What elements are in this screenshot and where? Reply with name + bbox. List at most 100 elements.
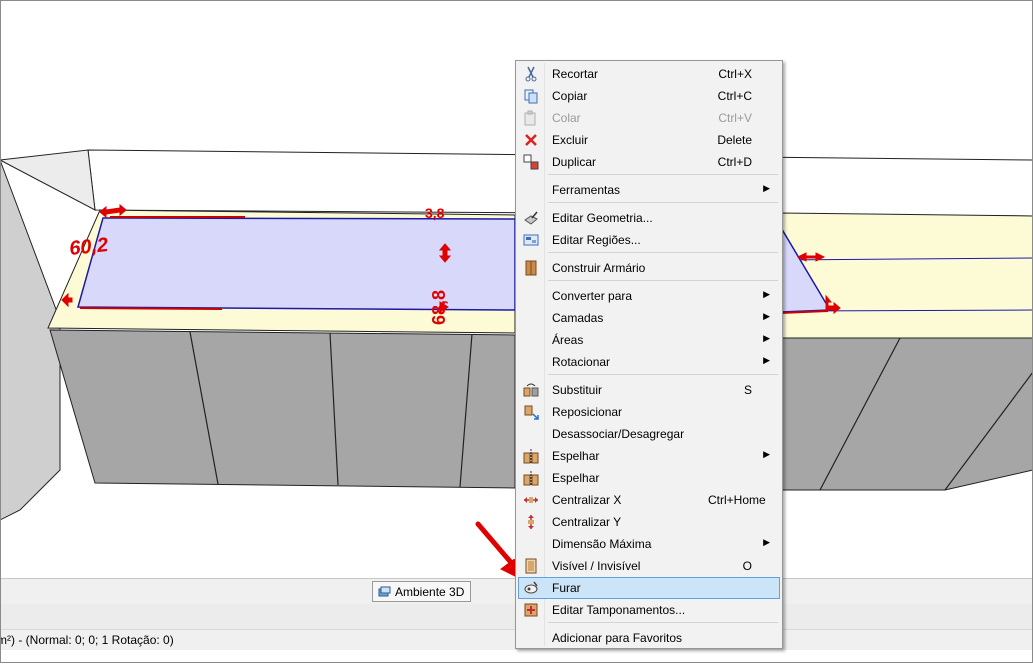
menu-item-label: Camadas xyxy=(552,311,604,325)
menu-item-shortcut: Ctrl+V xyxy=(718,111,752,125)
menu-item-label: Duplicar xyxy=(552,155,597,169)
menu-separator xyxy=(548,174,778,175)
left-wall xyxy=(0,159,61,521)
menu-item-label: Adicionar para Favoritos xyxy=(552,631,683,645)
context-menu: Recortar Ctrl+X Copiar Ctrl+C Colar Ctrl+V Exc… xyxy=(515,60,783,649)
menu-separator xyxy=(548,374,778,375)
menu-item-label: Construir Armário xyxy=(552,261,646,275)
submenu-arrow-icon: ▶ xyxy=(763,537,770,547)
menu-separator xyxy=(548,280,778,281)
menu-separator xyxy=(548,252,778,253)
3d-view-icon xyxy=(378,586,391,596)
menu-item-centralizar-y[interactable]: Centralizar Y xyxy=(518,511,780,533)
paste-icon xyxy=(523,110,539,126)
menu-item-adicionar-para-favoritos[interactable]: Adicionar para Favoritos xyxy=(518,627,780,649)
submenu-arrow-icon: ▶ xyxy=(763,355,770,365)
submenu-arrow-icon: ▶ xyxy=(763,333,770,343)
menu-item-label: Ferramentas xyxy=(552,183,621,197)
menu-item-copiar[interactable]: Copiar Ctrl+C xyxy=(518,85,780,107)
menu-item-camadas-submenu[interactable]: Camadas ▶ xyxy=(518,307,780,329)
mirror-icon xyxy=(523,448,539,464)
tab-ambiente-3d[interactable]: Ambiente 3D xyxy=(372,581,472,602)
menu-item-dimensao-maxima-submenu[interactable]: Dimensão Máxima ▶ xyxy=(518,533,780,555)
dimension-label-thickness: 3,8 xyxy=(425,205,445,221)
menu-item-centralizar-x[interactable]: Centralizar X Ctrl+Home xyxy=(518,489,780,511)
menu-item-label: Espelhar xyxy=(552,471,600,485)
menu-item-areas-submenu[interactable]: Áreas ▶ xyxy=(518,329,780,351)
menu-item-shortcut: S xyxy=(743,383,752,397)
delete-x-icon xyxy=(523,132,539,148)
cabinet-front-left xyxy=(49,329,516,489)
menu-item-label: Converter para xyxy=(552,289,633,303)
menu-item-editar-geometria[interactable]: Editar Geometria... xyxy=(518,207,780,229)
menu-item-label: Copiar xyxy=(552,89,588,103)
menu-item-visivel-invisivel[interactable]: Visível / Invisível O xyxy=(518,555,780,577)
submenu-arrow-icon: ▶ xyxy=(763,449,770,459)
menu-separator xyxy=(548,202,778,203)
reposition-icon xyxy=(523,404,539,420)
menu-item-editar-tamponamentos[interactable]: Editar Tamponamentos... xyxy=(518,599,780,621)
menu-item-shortcut: Delete xyxy=(717,133,752,147)
menu-item-label: Visível / Invisível xyxy=(552,559,641,573)
cover-panel-icon xyxy=(523,602,539,618)
menu-item-label: Reposicionar xyxy=(552,405,623,419)
menu-item-label: Editar Tamponamentos... xyxy=(552,603,686,617)
menu-item-ferramentas-submenu[interactable]: Ferramentas ▶ xyxy=(518,179,780,201)
menu-item-label: Áreas xyxy=(552,333,584,347)
menu-item-label: Furar xyxy=(552,581,581,595)
cabinet-front-right xyxy=(779,337,1033,491)
menu-item-label: Centralizar Y xyxy=(552,515,622,529)
menu-item-substituir[interactable]: Substituir S xyxy=(518,379,780,401)
menu-item-construir-armario[interactable]: Construir Armário xyxy=(518,257,780,279)
menu-item-shortcut: Ctrl+X xyxy=(718,67,752,81)
menu-item-rotacionar-submenu[interactable]: Rotacionar ▶ xyxy=(518,351,780,373)
submenu-arrow-icon: ▶ xyxy=(763,289,770,299)
menu-item-furar[interactable]: Furar xyxy=(518,577,780,599)
copy-icon xyxy=(523,88,539,104)
menu-item-shortcut: Ctrl+Home xyxy=(708,493,766,507)
tab-ambiente-3d-label: Ambiente 3D xyxy=(395,584,465,599)
visibility-icon xyxy=(523,558,539,574)
mirror-icon xyxy=(523,470,539,486)
dimension-label-depth: 68,8 xyxy=(429,290,449,325)
selected-panel[interactable] xyxy=(77,217,516,311)
menu-item-shortcut: Ctrl+D xyxy=(717,155,752,169)
menu-item-label: Substituir xyxy=(552,383,603,397)
menu-item-reposicionar[interactable]: Reposicionar xyxy=(518,401,780,423)
drill-icon xyxy=(523,580,539,596)
menu-item-label: Dimensão Máxima xyxy=(552,537,652,551)
menu-item-editar-regioes[interactable]: Editar Regiões... xyxy=(518,229,780,251)
menu-item-colar[interactable]: Colar Ctrl+V xyxy=(518,107,780,129)
substitute-icon xyxy=(523,382,539,398)
menu-item-espelhar-submenu[interactable]: Espelhar ▶ xyxy=(518,445,780,467)
center-y-icon xyxy=(523,514,539,530)
submenu-arrow-icon: ▶ xyxy=(763,183,770,193)
scissors-icon xyxy=(523,66,539,82)
countertop-right xyxy=(779,212,1033,339)
menu-item-recortar[interactable]: Recortar Ctrl+X xyxy=(518,63,780,85)
menu-item-label: Desassociar/Desagregar xyxy=(552,427,685,441)
menu-item-label: Espelhar xyxy=(552,449,600,463)
submenu-arrow-icon: ▶ xyxy=(763,311,770,321)
regions-icon xyxy=(523,232,539,248)
menu-separator xyxy=(548,622,778,623)
menu-item-converter-para-submenu[interactable]: Converter para ▶ xyxy=(518,285,780,307)
menu-item-shortcut: O xyxy=(742,559,752,573)
menu-item-label: Recortar xyxy=(552,67,599,81)
menu-item-label: Colar xyxy=(552,111,581,125)
geometry-icon xyxy=(523,210,539,226)
dimension-label-width: 60,2 xyxy=(68,234,109,260)
status-text: m²) - (Normal: 0; 0; 1 Rotação: 0) xyxy=(0,633,174,647)
menu-item-espelhar[interactable]: Espelhar xyxy=(518,467,780,489)
menu-item-shortcut: Ctrl+C xyxy=(717,89,752,103)
duplicate-icon xyxy=(523,154,539,170)
menu-item-label: Centralizar X xyxy=(552,493,622,507)
menu-item-label: Editar Regiões... xyxy=(552,233,641,247)
menu-item-label: Editar Geometria... xyxy=(552,211,653,225)
menu-item-excluir[interactable]: Excluir Delete xyxy=(518,129,780,151)
menu-item-desassociar-desagregar[interactable]: Desassociar/Desagregar xyxy=(518,423,780,445)
menu-item-label: Excluir xyxy=(552,133,589,147)
menu-item-duplicar[interactable]: Duplicar Ctrl+D xyxy=(518,151,780,173)
center-x-icon xyxy=(523,492,539,508)
menu-item-label: Rotacionar xyxy=(552,355,611,369)
